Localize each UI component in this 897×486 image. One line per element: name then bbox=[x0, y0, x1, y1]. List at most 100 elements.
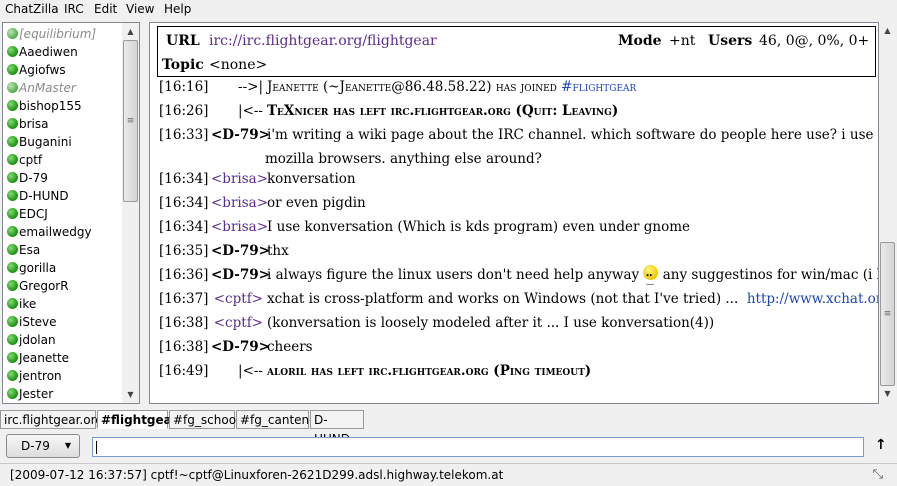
user-status-icon bbox=[7, 352, 18, 363]
user-list-item[interactable]: GregorR bbox=[7, 277, 69, 295]
chat-message: [16:36] <D-79>i always figure the linux u… bbox=[159, 263, 878, 293]
channel-header: URL irc://irc.flightgear.org/flightgear … bbox=[157, 26, 876, 77]
user-name: D-HUND bbox=[19, 189, 69, 203]
message-nick[interactable]: <brisa> bbox=[211, 215, 268, 239]
menu-view[interactable]: View bbox=[126, 2, 154, 16]
tab-flightgear[interactable]: #flightgear bbox=[97, 410, 178, 429]
user-list-item[interactable]: AnMaster bbox=[7, 79, 76, 97]
chat-message: [16:34] <brisa>or even pigdin bbox=[159, 191, 366, 215]
chat-message: [16:26] |<-- TeXnicer has left irc.flightg… bbox=[159, 99, 618, 123]
user-list-item[interactable]: jdolan bbox=[7, 331, 56, 349]
message-text: Jeanette (~Jeanette@86.48.58.22) has joi… bbox=[267, 79, 562, 95]
message-nick[interactable]: <D-79> bbox=[211, 239, 270, 263]
message-nick[interactable]: <brisa> bbox=[211, 167, 268, 191]
user-name: emailwedgy bbox=[19, 225, 92, 239]
scroll-thumb[interactable]: ≡ bbox=[123, 40, 138, 202]
user-name: Jester bbox=[19, 387, 54, 401]
user-name: Jeanette bbox=[19, 351, 70, 365]
user-list-item[interactable]: jentron bbox=[7, 367, 62, 385]
menu-irc[interactable]: IRC bbox=[64, 2, 84, 16]
url-link[interactable]: http://www.xchat.org/ bbox=[747, 291, 878, 307]
message-nick[interactable]: |<-- bbox=[211, 359, 267, 383]
message-nick[interactable]: <cptf> bbox=[211, 311, 267, 335]
user-list-item[interactable]: Jeanette bbox=[7, 349, 69, 367]
tab-d-hund[interactable]: D-HUND bbox=[310, 410, 364, 446]
message-timestamp: [16:49] bbox=[159, 363, 209, 379]
user-list-item[interactable]: D-79 bbox=[7, 169, 48, 187]
channel-link[interactable]: #flightgear bbox=[561, 79, 636, 95]
user-list-item[interactable]: iSteve bbox=[7, 313, 57, 331]
user-list-scrollbar[interactable]: ▲ ≡ ▼ bbox=[122, 23, 139, 403]
message-nick[interactable]: <D-79> bbox=[211, 335, 270, 359]
user-name: Esa bbox=[19, 243, 41, 257]
scroll-up-arrow-icon[interactable]: ▲ bbox=[879, 22, 896, 39]
user-list-item[interactable]: bishop155 bbox=[7, 97, 82, 115]
topic-value[interactable]: <none> bbox=[209, 57, 267, 73]
user-list-item[interactable]: Jester bbox=[7, 385, 53, 403]
tab-server[interactable]: irc.flightgear.org bbox=[0, 410, 103, 429]
user-name: brisa bbox=[19, 117, 49, 131]
message-text: cheers bbox=[267, 339, 313, 355]
user-status-icon bbox=[7, 64, 18, 75]
user-list-item[interactable]: Aaediwen bbox=[7, 43, 78, 61]
message-nick[interactable]: <D-79> bbox=[211, 263, 270, 287]
user-list-item[interactable]: ike bbox=[7, 295, 36, 313]
user-list-item[interactable]: D-HUND bbox=[7, 187, 69, 205]
user-name: bishop155 bbox=[19, 99, 82, 113]
user-status-icon bbox=[7, 100, 18, 111]
menu-help[interactable]: Help bbox=[164, 2, 191, 16]
message-text: thx bbox=[267, 243, 289, 259]
resize-grip-icon[interactable]: ⤡ bbox=[873, 467, 883, 482]
user-status-icon bbox=[7, 316, 18, 327]
menu-edit[interactable]: Edit bbox=[94, 2, 117, 16]
scroll-up-arrow-icon[interactable]: ▲ bbox=[122, 23, 139, 40]
tab-fg-school[interactable]: #fg_school bbox=[169, 410, 239, 429]
chat-output[interactable]: [16:09]-->|TeXnicer (~Carsten@g224195193… bbox=[149, 22, 879, 404]
user-name: ike bbox=[19, 297, 37, 311]
message-text: or even pigdin bbox=[267, 195, 366, 211]
user-list-item[interactable]: [equilibrium] bbox=[7, 25, 96, 43]
message-nick[interactable]: -->| bbox=[211, 75, 267, 99]
chat-message: [16:38] <D-79>cheers bbox=[159, 335, 313, 359]
user-list-item[interactable]: cptf bbox=[7, 151, 42, 169]
user-name: jentron bbox=[19, 369, 62, 383]
chat-message: [16:37] <cptf> xchat is cross-platform and… bbox=[159, 287, 878, 311]
menu-chatzilla[interactable]: ChatZilla bbox=[5, 2, 59, 16]
nick-button[interactable]: D-79 ▼ bbox=[6, 434, 80, 458]
user-list[interactable]: [equilibrium] Aaediwen Agiofws AnMaster bish… bbox=[2, 22, 140, 404]
user-list-item[interactable]: EDCJ bbox=[7, 205, 48, 223]
user-status-icon bbox=[7, 244, 18, 255]
user-list-item[interactable]: gorilla bbox=[7, 259, 56, 277]
message-timestamp: [16:36] bbox=[159, 267, 209, 283]
status-bar: [2009-07-12 16:37:57] cptf!~cptf@Linuxfo… bbox=[0, 463, 897, 486]
scroll-thumb[interactable]: ≡ bbox=[880, 242, 895, 386]
user-list-item[interactable]: Agiofws bbox=[7, 61, 66, 79]
channel-url[interactable]: irc://irc.flightgear.org/flightgear bbox=[209, 33, 437, 49]
user-status-icon bbox=[7, 298, 18, 309]
scroll-down-arrow-icon[interactable]: ▼ bbox=[122, 386, 139, 403]
message-timestamp: [16:34] bbox=[159, 171, 209, 187]
user-list-item[interactable]: Buganini bbox=[7, 133, 72, 151]
chat-message: [16:33] <D-79>i'm writing a wiki page abo… bbox=[159, 123, 878, 147]
message-text: xchat is cross-platform and works on Win… bbox=[267, 291, 739, 307]
status-text: [2009-07-12 16:37:57] cptf!~cptf@Linuxfo… bbox=[10, 468, 504, 482]
user-list-item[interactable]: brisa bbox=[7, 115, 49, 133]
dropdown-arrow-icon: ▼ bbox=[64, 441, 71, 450]
message-input[interactable] bbox=[92, 437, 864, 457]
chat-message: [16:34] <brisa>konversation bbox=[159, 167, 356, 191]
message-nick[interactable]: <brisa> bbox=[211, 191, 268, 215]
scroll-down-arrow-icon[interactable]: ▼ bbox=[879, 385, 896, 402]
tab-fg-cantene[interactable]: #fg_cantene bbox=[236, 410, 317, 429]
user-name: Aaediwen bbox=[19, 45, 78, 59]
multiline-toggle-icon[interactable]: ↑ bbox=[875, 437, 887, 453]
user-list-item[interactable]: Esa bbox=[7, 241, 40, 259]
chat-message: [16:49] |<-- aloril has left irc.flightgea… bbox=[159, 359, 591, 383]
message-nick[interactable]: <D-79> bbox=[211, 123, 270, 147]
user-list-item[interactable]: emailwedgy bbox=[7, 223, 92, 241]
user-name: cptf bbox=[19, 153, 43, 167]
message-text: i always figure the linux users don't ne… bbox=[267, 267, 640, 283]
message-text: TeXnicer has left irc.flightgear.org (Qu… bbox=[267, 103, 619, 119]
chat-scrollbar[interactable]: ▲ ≡ ▼ bbox=[879, 22, 896, 402]
message-nick[interactable]: <cptf> bbox=[211, 287, 267, 311]
message-nick[interactable]: |<-- bbox=[211, 99, 267, 123]
